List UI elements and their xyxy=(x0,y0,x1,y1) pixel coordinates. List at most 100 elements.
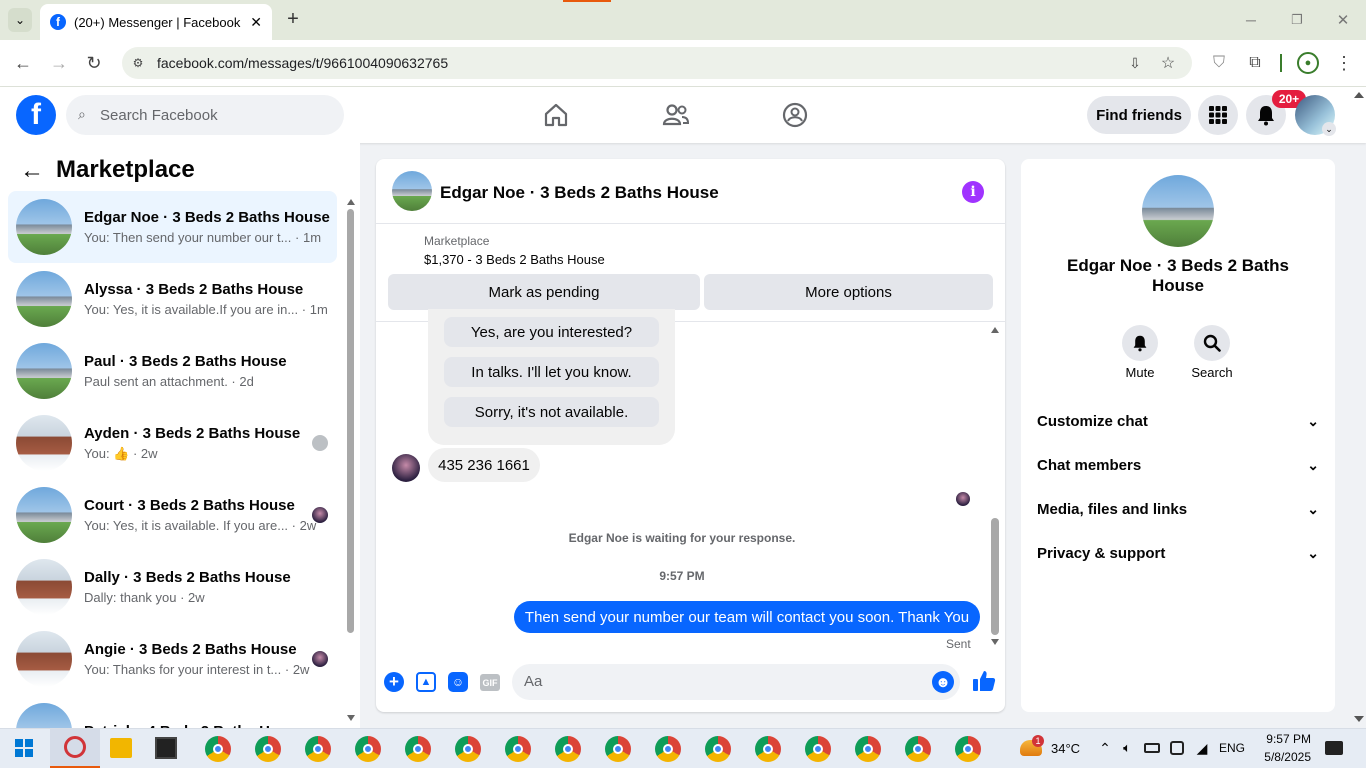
chrome-profile-icon[interactable] xyxy=(705,736,731,762)
sender-avatar[interactable] xyxy=(392,454,420,482)
find-friends-button[interactable]: Find friends xyxy=(1087,96,1191,134)
chat-scrollbar[interactable] xyxy=(990,325,1000,651)
groups-icon[interactable] xyxy=(782,102,808,128)
chrome-profile-icon[interactable] xyxy=(955,736,981,762)
message-input[interactable]: Aa ☻ xyxy=(512,664,960,700)
privacy-support-row[interactable]: Privacy & support ⌄ xyxy=(1037,541,1319,565)
listing-detail[interactable]: $1,370 - 3 Beds 2 Baths House xyxy=(424,252,605,267)
media-files-row[interactable]: Media, files and links ⌄ xyxy=(1037,497,1319,521)
restore-button[interactable]: ❐ xyxy=(1286,10,1308,30)
outgoing-message[interactable]: Then send your number our team will cont… xyxy=(514,601,980,633)
chat-avatar[interactable] xyxy=(392,171,432,211)
chrome-profile-icon[interactable] xyxy=(605,736,631,762)
chrome-profile-icon[interactable] xyxy=(555,736,581,762)
profile-icon[interactable]: ● xyxy=(1297,52,1319,74)
taskbar-active-app[interactable] xyxy=(50,729,100,768)
file-explorer-icon[interactable] xyxy=(110,738,132,758)
gif-icon[interactable]: GIF xyxy=(480,674,500,691)
conversation-scrollbar[interactable] xyxy=(345,193,355,725)
chevron-up-icon[interactable]: ⌃ xyxy=(1097,739,1113,757)
friends-icon[interactable] xyxy=(662,102,690,128)
chrome-profile-icon[interactable] xyxy=(655,736,681,762)
quick-reply-1[interactable]: Yes, are you interested? xyxy=(444,317,659,347)
back-arrow-icon[interactable]: ← xyxy=(20,157,44,184)
sticky-notes-icon[interactable] xyxy=(155,737,177,759)
chrome-profile-icon[interactable] xyxy=(805,736,831,762)
install-app-icon[interactable]: ⇩ xyxy=(1125,53,1145,73)
tab-list-button[interactable]: ⌄ xyxy=(8,8,32,32)
chat-members-row[interactable]: Chat members ⌄ xyxy=(1037,453,1319,477)
address-bar[interactable]: ⚙ facebook.com/messages/t/96610040906327… xyxy=(122,47,1192,79)
chrome-profile-icon[interactable] xyxy=(255,736,281,762)
chat-scrollbar-thumb[interactable] xyxy=(991,518,999,635)
minimize-button[interactable]: ─ xyxy=(1240,10,1262,30)
browser-menu-icon[interactable]: ⋮ xyxy=(1334,52,1354,74)
new-tab-button[interactable]: + xyxy=(282,8,304,30)
menu-grid-button[interactable] xyxy=(1198,95,1238,135)
quick-reply-3[interactable]: Sorry, it's not available. xyxy=(444,397,659,427)
conversation-preview: You: Yes, it is available.If you are in.… xyxy=(84,302,328,317)
chrome-profile-icon[interactable] xyxy=(905,736,931,762)
emoji-icon[interactable]: ☻ xyxy=(932,671,954,693)
conversation-item[interactable]: Dally · 3 Beds 2 Baths House Dally: thank… xyxy=(8,551,337,623)
camera-icon[interactable] xyxy=(1170,741,1184,755)
language-indicator[interactable]: ENG xyxy=(1219,741,1245,755)
sticker-icon[interactable]: ☺ xyxy=(448,672,468,692)
close-window-button[interactable]: ✕ xyxy=(1332,10,1354,30)
quick-reply-2[interactable]: In talks. I'll let you know. xyxy=(444,357,659,387)
notification-center-icon[interactable] xyxy=(1325,741,1343,755)
volume-icon[interactable]: 🔈︎ xyxy=(1118,739,1136,757)
bookmark-star-icon[interactable]: ☆ xyxy=(1158,53,1178,73)
site-settings-icon[interactable]: ⚙ xyxy=(130,55,146,71)
account-chevron-icon[interactable]: ⌄ xyxy=(1322,122,1336,136)
mark-pending-button[interactable]: Mark as pending xyxy=(388,274,700,310)
reload-button[interactable]: ↻ xyxy=(83,52,105,74)
customize-chat-row[interactable]: Customize chat ⌄ xyxy=(1037,409,1319,433)
wifi-icon[interactable]: ◢ xyxy=(1193,739,1211,757)
like-thumb-icon[interactable] xyxy=(972,669,996,693)
conversation-item[interactable]: Ayden · 3 Beds 2 Baths House You: 👍 · 2w xyxy=(8,407,337,479)
search-conversation-button[interactable] xyxy=(1194,325,1230,361)
page-scroll-up[interactable] xyxy=(1354,92,1364,98)
page-scroll-down[interactable] xyxy=(1354,716,1364,722)
clock-date[interactable]: 5/8/2025 xyxy=(1255,750,1311,764)
shield-extension-icon[interactable]: ⛉ xyxy=(1208,52,1230,74)
contact-avatar[interactable] xyxy=(1142,175,1214,247)
more-options-button[interactable]: More options xyxy=(704,274,993,310)
close-tab-icon[interactable]: ✕ xyxy=(250,14,262,31)
clock-time[interactable]: 9:57 PM xyxy=(1255,732,1311,746)
incoming-message[interactable]: 435 236 1661 xyxy=(428,448,540,482)
chrome-profile-icon[interactable] xyxy=(205,736,231,762)
conversation-item[interactable]: Court · 3 Beds 2 Baths House You: Yes, it… xyxy=(8,479,337,551)
scrollbar-thumb[interactable] xyxy=(347,209,354,633)
find-friends-label: Find friends xyxy=(1096,106,1182,124)
info-icon[interactable]: i xyxy=(962,181,984,203)
conversation-preview: You: Yes, it is available. If you are...… xyxy=(84,518,317,533)
chrome-profile-icon[interactable] xyxy=(455,736,481,762)
plus-circle-icon[interactable]: + xyxy=(384,672,404,692)
chrome-profile-icon[interactable] xyxy=(305,736,331,762)
conversation-item[interactable]: Edgar Noe · 3 Beds 2 Baths House You: The… xyxy=(8,191,337,263)
mute-button[interactable] xyxy=(1122,325,1158,361)
chat-title[interactable]: Edgar Noe · 3 Beds 2 Baths House xyxy=(440,183,719,203)
windows-start-icon[interactable] xyxy=(15,739,33,757)
chrome-profile-icon[interactable] xyxy=(855,736,881,762)
battery-icon[interactable] xyxy=(1144,743,1160,753)
chrome-profile-icon[interactable] xyxy=(755,736,781,762)
chrome-profile-icon[interactable] xyxy=(505,736,531,762)
conversation-item[interactable]: Paul · 3 Beds 2 Baths House Paul sent an … xyxy=(8,335,337,407)
conversation-item[interactable]: Alyssa · 3 Beds 2 Baths House You: Yes, i… xyxy=(8,263,337,335)
facebook-logo[interactable]: f xyxy=(16,95,56,135)
search-input[interactable]: ⌕ Search Facebook xyxy=(66,95,344,135)
browser-tab[interactable]: f (20+) Messenger | Facebook ✕ xyxy=(40,4,272,40)
photo-icon[interactable]: ▲ xyxy=(416,672,436,692)
extensions-puzzle-icon[interactable]: ⧉ xyxy=(1244,52,1266,74)
chrome-profile-icon[interactable] xyxy=(405,736,431,762)
home-icon[interactable] xyxy=(543,102,569,128)
conversation-item[interactable]: Angie · 3 Beds 2 Baths House You: Thanks … xyxy=(8,623,337,695)
forward-button[interactable]: → xyxy=(48,52,70,74)
back-button[interactable]: ← xyxy=(12,52,34,74)
chrome-profile-icon[interactable] xyxy=(355,736,381,762)
listing-label: Marketplace xyxy=(424,234,490,248)
weather-temp[interactable]: 34°C xyxy=(1051,741,1080,756)
